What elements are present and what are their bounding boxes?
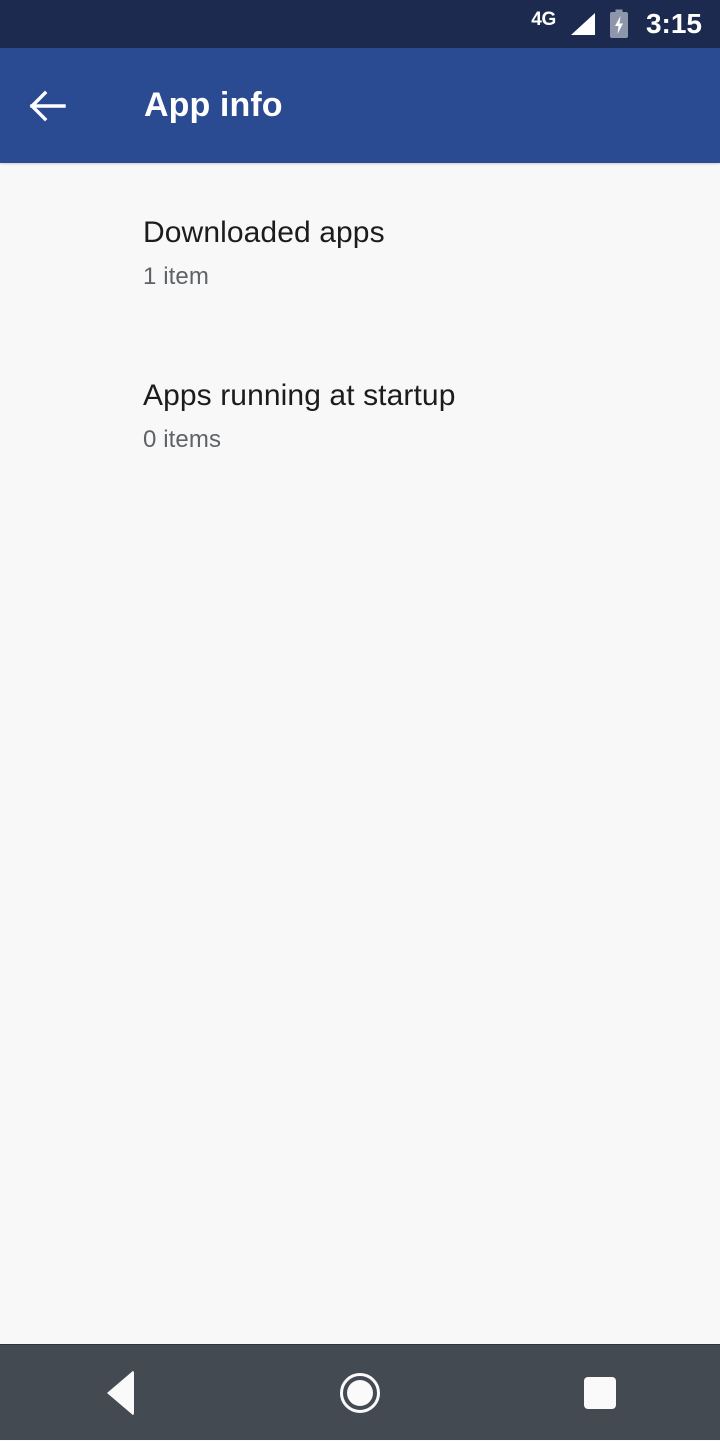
signal-bars-icon [569, 12, 596, 36]
app-bar: App info [0, 48, 720, 163]
phone-screen: 4G 3:15 App info Downloaded apps 1 item … [0, 0, 720, 1440]
page-title: App info [144, 86, 283, 124]
android-navigation-bar [0, 1344, 720, 1440]
nav-recents-button[interactable] [510, 1345, 690, 1441]
nav-back-triangle-icon [106, 1369, 134, 1416]
arrow-back-icon [27, 85, 69, 127]
list-item-downloaded-apps[interactable]: Downloaded apps 1 item [0, 197, 720, 308]
back-button[interactable] [0, 48, 96, 163]
list-item-subtitle: 0 items [143, 426, 222, 454]
nav-recents-square-icon [584, 1376, 616, 1409]
status-bar-clock: 3:15 [645, 8, 702, 39]
nav-home-circle-icon [340, 1372, 380, 1413]
settings-list: Downloaded apps 1 item Apps running at s… [0, 163, 720, 1344]
list-item-subtitle: 1 item [143, 263, 209, 290]
battery-charging-icon [609, 9, 629, 39]
nav-home-button[interactable] [270, 1345, 450, 1441]
status-bar-right-cluster: 4G 3:15 [531, 9, 702, 39]
list-item-title: Apps running at startup [143, 379, 456, 413]
status-bar: 4G 3:15 [0, 0, 720, 48]
list-item-apps-running-at-startup[interactable]: Apps running at startup 0 items [0, 360, 720, 471]
list-item-title: Downloaded apps [143, 216, 385, 249]
network-type-label: 4G [531, 8, 556, 30]
nav-back-button[interactable] [30, 1345, 210, 1441]
